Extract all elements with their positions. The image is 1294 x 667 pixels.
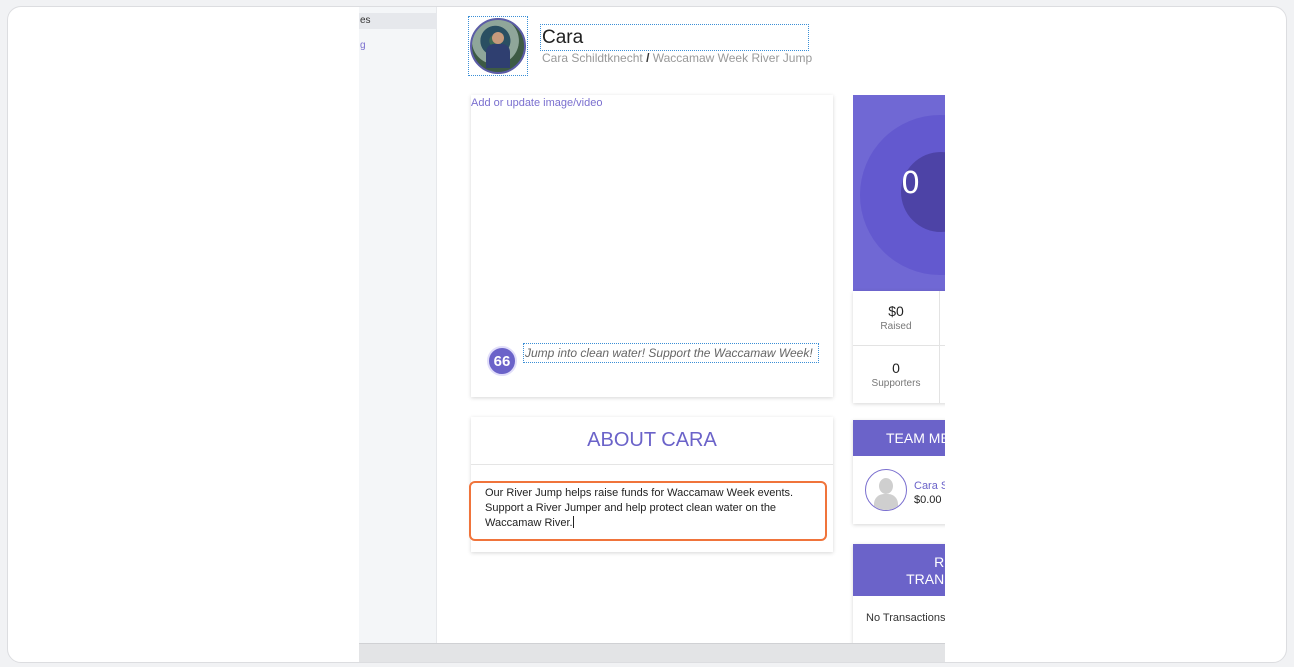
member-name-link[interactable]: Cara S (914, 480, 945, 492)
member-avatar-body (874, 494, 898, 510)
profile-avatar-editable[interactable] (468, 16, 528, 76)
raised-label: Raised (880, 321, 912, 332)
add-media-link[interactable]: Add or update image/video (471, 97, 602, 109)
about-textarea[interactable]: Our River Jump helps raise funds for Wac… (469, 481, 827, 541)
transactions-heading-line1: RECE (934, 554, 945, 570)
transactions-empty-text: No Transactions (866, 612, 945, 624)
breadcrumb: Cara Schildtknecht / Waccamaw Week River… (542, 51, 812, 65)
sidebar-item-active[interactable]: es (359, 13, 437, 29)
member-amount: $0.00 (914, 494, 942, 506)
screenshot-frame: es g Cara Cara Schildtknecht / Waccamaw … (7, 6, 1287, 663)
profile-name-field[interactable]: Cara (540, 24, 809, 51)
sidebar-item-link[interactable]: g (359, 38, 437, 54)
breadcrumb-separator: / (646, 51, 650, 65)
quote-icon: 66 (487, 346, 517, 376)
text-cursor (572, 516, 574, 528)
member-avatar-head (879, 478, 893, 494)
media-card: Add or update image/video 66 Jump into c… (471, 95, 833, 397)
breadcrumb-event[interactable]: Waccamaw Week River Jump (653, 51, 812, 65)
avatar-body (486, 44, 510, 68)
team-members-card: TEAM ME Cara S $0.00 (853, 420, 945, 524)
member-avatar-icon[interactable] (865, 469, 907, 511)
supporters-value: 0 (892, 360, 900, 376)
divider (939, 291, 940, 403)
team-members-heading: TEAM ME (853, 420, 945, 456)
about-card: ABOUT CARA Our River Jump helps raise fu… (469, 417, 833, 552)
supporters-label: Supporters (871, 378, 921, 389)
divider (853, 345, 945, 346)
stats-card: $0 Raised 0 Supporters (853, 291, 945, 403)
tagline-field[interactable]: Jump into clean water! Support the Wacca… (523, 343, 819, 363)
stat-raised: $0 Raised (853, 303, 939, 332)
about-text: Our River Jump helps raise funds for Wac… (485, 487, 794, 529)
progress-value: 0 (901, 166, 921, 201)
page-viewport: es g Cara Cara Schildtknecht / Waccamaw … (359, 7, 945, 662)
avatar (470, 18, 526, 74)
avatar-head (492, 32, 504, 44)
transactions-heading-line2: TRANSAC (906, 571, 945, 587)
raised-value: $0 (888, 303, 904, 319)
breadcrumb-owner[interactable]: Cara Schildtknecht (542, 51, 643, 65)
sidebar: es g (359, 7, 437, 643)
transactions-heading: RECE TRANSAC (853, 544, 945, 596)
stat-supporters: 0 Supporters (853, 360, 939, 389)
about-title: ABOUT CARA (471, 417, 833, 465)
horizontal-scrollbar[interactable] (359, 643, 945, 662)
progress-card: 0 (853, 95, 945, 291)
